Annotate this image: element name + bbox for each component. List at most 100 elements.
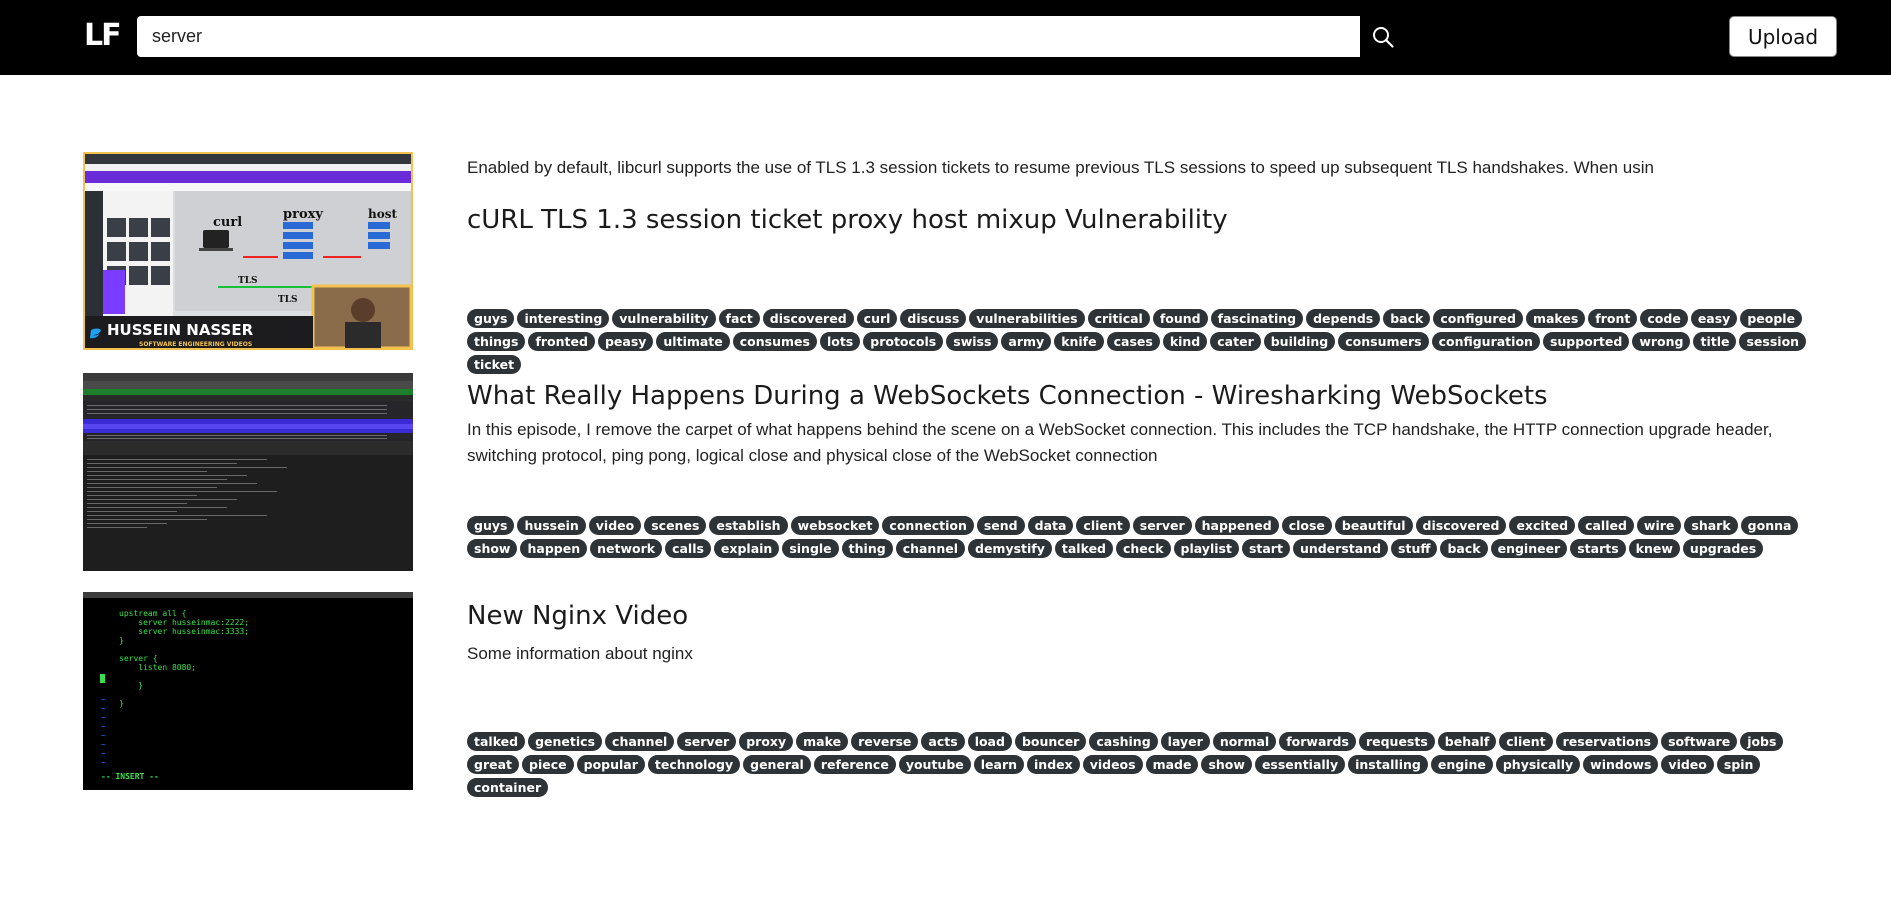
tag-chip[interactable]: building [1263,332,1336,351]
tag-chip[interactable]: knife [1054,332,1104,351]
tag-chip[interactable]: thing [841,539,893,558]
result-title[interactable]: What Really Happens During a WebSockets … [467,381,1827,411]
tag-chip[interactable]: cater [1210,332,1261,351]
tag-chip[interactable]: reverse [851,732,919,751]
tag-chip[interactable]: bouncer [1014,732,1087,751]
tag-chip[interactable]: session [1739,332,1807,351]
tag-chip[interactable]: establish [709,516,788,535]
tag-chip[interactable]: supported [1542,332,1630,351]
tag-chip[interactable]: genetics [528,732,603,751]
search-input[interactable] [137,16,1360,57]
tag-chip[interactable]: normal [1212,732,1277,751]
tag-chip[interactable]: configured [1433,309,1523,328]
tag-chip[interactable]: proxy [739,732,794,751]
tag-chip[interactable]: discovered [1415,516,1507,535]
tag-chip[interactable]: server [1132,516,1192,535]
tag-chip[interactable]: send [976,516,1025,535]
tag-chip[interactable]: check [1116,539,1171,558]
tag-chip[interactable]: piece [522,755,574,774]
tag-chip[interactable]: kind [1162,332,1208,351]
tag-chip[interactable]: happened [1194,516,1279,535]
tag-chip[interactable]: scenes [644,516,707,535]
tag-chip[interactable]: vulnerability [612,309,716,328]
tag-chip[interactable]: configuration [1431,332,1540,351]
tag-chip[interactable]: people [1740,309,1803,328]
tag-chip[interactable]: happen [520,539,588,558]
tag-chip[interactable]: makes [1525,309,1586,328]
tag-chip[interactable]: discuss [900,309,967,328]
tag-chip[interactable]: videos [1082,755,1143,774]
tag-chip[interactable]: forwards [1279,732,1356,751]
tag-chip[interactable]: back [1440,539,1488,558]
tag-chip[interactable]: cases [1106,332,1160,351]
tag-chip[interactable]: single [782,539,839,558]
tag-chip[interactable]: reservations [1555,732,1659,751]
tag-chip[interactable]: acts [921,732,965,751]
tag-chip[interactable]: youtube [898,755,971,774]
tag-chip[interactable]: jobs [1740,732,1784,751]
tag-chip[interactable]: explain [713,539,780,558]
tag-chip[interactable]: popular [576,755,645,774]
tag-chip[interactable]: depends [1306,309,1381,328]
tag-chip[interactable]: critical [1087,309,1150,328]
tag-chip[interactable]: fronted [528,332,595,351]
logo[interactable]: LF [84,18,122,53]
tag-chip[interactable]: wire [1636,516,1682,535]
tag-chip[interactable]: engineer [1490,539,1568,558]
tag-chip[interactable]: gonna [1740,516,1799,535]
tag-chip[interactable]: shark [1684,516,1738,535]
tag-chip[interactable]: engine [1430,755,1493,774]
tag-chip[interactable]: guys [467,309,515,328]
tag-chip[interactable]: things [467,332,526,351]
tag-chip[interactable]: reference [813,755,896,774]
tag-chip[interactable]: server [677,732,737,751]
tag-chip[interactable]: windows [1583,755,1659,774]
tag-chip[interactable]: network [590,539,663,558]
tag-chip[interactable]: hussein [517,516,586,535]
tag-chip[interactable]: video [588,516,642,535]
tag-chip[interactable]: made [1145,755,1199,774]
tag-chip[interactable]: channel [895,539,965,558]
tag-chip[interactable]: guys [467,516,515,535]
tag-chip[interactable]: back [1383,309,1431,328]
tag-chip[interactable]: interesting [517,309,610,328]
tag-chip[interactable]: load [967,732,1012,751]
tag-chip[interactable]: close [1281,516,1332,535]
tag-chip[interactable]: installing [1348,755,1428,774]
tag-chip[interactable]: found [1152,309,1208,328]
tag-chip[interactable]: knew [1628,539,1680,558]
tag-chip[interactable]: wrong [1632,332,1691,351]
tag-chip[interactable]: show [467,539,518,558]
tag-chip[interactable]: excited [1509,516,1576,535]
video-thumbnail[interactable] [83,373,413,571]
tag-chip[interactable]: upgrades [1682,539,1764,558]
tag-chip[interactable]: layer [1160,732,1210,751]
tag-chip[interactable]: spin [1716,755,1761,774]
tag-chip[interactable]: requests [1358,732,1435,751]
tag-chip[interactable]: index [1027,755,1080,774]
tag-chip[interactable]: data [1027,516,1074,535]
tag-chip[interactable]: understand [1292,539,1389,558]
result-title[interactable]: New Nginx Video [467,601,1827,631]
tag-chip[interactable]: beautiful [1334,516,1413,535]
tag-chip[interactable]: consumers [1338,332,1429,351]
tag-chip[interactable]: behalf [1437,732,1497,751]
tag-chip[interactable]: connection [882,516,974,535]
tag-chip[interactable]: general [743,755,811,774]
tag-chip[interactable]: starts [1570,539,1626,558]
tag-chip[interactable]: technology [647,755,741,774]
tag-chip[interactable]: learn [973,755,1025,774]
tag-chip[interactable]: ultimate [656,332,730,351]
tag-chip[interactable]: fascinating [1210,309,1304,328]
tag-chip[interactable]: cashing [1089,732,1158,751]
tag-chip[interactable]: make [796,732,849,751]
tag-chip[interactable]: client [1076,516,1130,535]
tag-chip[interactable]: talked [467,732,526,751]
tag-chip[interactable]: great [467,755,520,774]
tag-chip[interactable]: peasy [597,332,654,351]
tag-chip[interactable]: called [1578,516,1634,535]
tag-chip[interactable]: playlist [1173,539,1239,558]
tag-chip[interactable]: easy [1690,309,1738,328]
tag-chip[interactable]: container [467,778,549,797]
tag-chip[interactable]: lots [819,332,861,351]
